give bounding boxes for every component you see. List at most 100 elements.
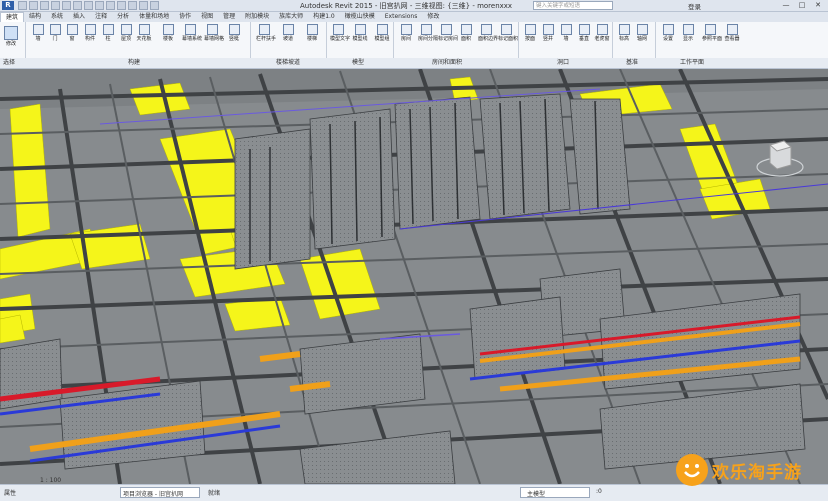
section-icon[interactable] [106,1,115,10]
tab-7[interactable]: 协作 [174,12,196,22]
minimize-button[interactable]: — [778,0,794,10]
panel-datum: 基准 [626,59,639,66]
sign-in-button[interactable]: 登录 [688,1,701,11]
ribbon-button-9[interactable]: 幕墙网格 [204,24,224,42]
ribbon-button-17[interactable]: 房间 [398,24,414,42]
ribbon-tool-icon [376,24,388,35]
view-scale[interactable]: 1 : 100 [40,477,61,484]
watermark: 欢乐淘手游 [676,454,802,486]
ribbon-button-14[interactable]: 模型文字 [330,24,350,42]
ribbon-button-28[interactable]: 标高 [616,24,632,42]
ribbon-button-24[interactable]: 竖井 [540,24,556,42]
print-icon[interactable] [62,1,71,10]
tab-5[interactable]: 分析 [112,12,134,22]
properties-tab[interactable]: 属性 [4,488,16,497]
ribbon-button-4[interactable]: 柱 [100,24,116,42]
revit-logo[interactable]: R [2,1,14,10]
ribbon-tool-icon [596,24,608,35]
search-input[interactable]: 键入关键字或短语 [533,1,613,10]
ribbon-button-33[interactable]: 查看器 [724,24,740,42]
ribbon-button-label: 幕墙系统 [182,36,203,42]
ribbon-button-6[interactable]: 天花板 [136,24,152,42]
viewcube-icon[interactable] [755,133,805,183]
tab-10[interactable]: 附加模块 [240,12,274,22]
ribbon-button-5[interactable]: 屋顶 [118,24,134,42]
default-3d-view-icon[interactable] [95,1,104,10]
watermark-logo-icon [676,454,708,486]
maximize-button[interactable]: □ [794,0,810,10]
ribbon-button-3[interactable]: 构件 [82,24,98,42]
ribbon-button-22[interactable]: 标记面积 [498,24,518,42]
ribbon-tool-icon [400,24,412,35]
tab-8[interactable]: 视图 [196,12,218,22]
tab-2[interactable]: 系统 [46,12,68,22]
ribbon-button-29[interactable]: 轴网 [634,24,650,42]
tab-0[interactable]: 建筑 [0,12,25,22]
open-icon[interactable] [18,1,27,10]
tab-15[interactable]: 修改 [422,12,444,22]
ribbon-button-10[interactable]: 竖梃 [226,24,242,42]
ribbon-button-label: 房间分隔 [418,36,439,42]
ribbon-button-label: 面积 [460,36,471,42]
ribbon-button-13[interactable]: 楼梯 [304,24,320,42]
ribbon-button-27[interactable]: 老虎窗 [594,24,610,42]
redo-icon[interactable] [51,1,60,10]
ribbon-button-20[interactable]: 面积 [458,24,474,42]
ribbon-button-21[interactable]: 面积边界 [478,24,498,42]
title-bar: R Autodesk Revit 2015 - 旧宫扒网 - 三维视图: {三维… [0,0,828,12]
close-hidden-windows-icon[interactable] [139,1,148,10]
switch-windows-icon[interactable] [150,1,159,10]
tab-6[interactable]: 体量和场地 [134,12,174,22]
ribbon-button-31[interactable]: 显示 [680,24,696,42]
panel-select[interactable]: 选择 [3,58,15,67]
ribbon-button-2[interactable]: 窗 [64,24,80,42]
3d-model-render[interactable] [0,69,828,484]
ribbon-button-18[interactable]: 房间分隔 [418,24,439,42]
ribbon-button-1[interactable]: 门 [47,24,63,42]
ribbon-button-8[interactable]: 幕墙系统 [182,24,203,42]
tab-14[interactable]: Extensions [380,12,423,22]
ribbon-button-label: 垂直 [578,36,589,42]
ribbon-button-25[interactable]: 墙 [558,24,574,42]
ribbon-button-label: 天花板 [136,36,152,42]
thin-lines-icon[interactable] [128,1,137,10]
tab-13[interactable]: 橄榄山快模 [340,12,380,22]
ribbon-button-label: 设置 [662,36,673,42]
model-selector[interactable]: 主模型 [520,487,590,498]
undo-icon[interactable] [40,1,49,10]
modify-label: 修改 [5,41,16,47]
ribbon-button-19[interactable]: 标记房间 [438,24,458,42]
ribbon-button-23[interactable]: 按面 [522,24,538,42]
ribbon-button-11[interactable]: 栏杆扶手 [256,24,276,42]
ribbon-button-0[interactable]: 墙 [30,24,46,42]
tab-11[interactable]: 族库大师 [274,12,308,22]
save-icon[interactable] [29,1,38,10]
project-browser-tab[interactable]: 项目浏览器 - 旧宫扒网 [120,487,200,498]
modify-button[interactable]: 修改 [3,26,19,47]
measure-icon[interactable] [73,1,82,10]
tab-3[interactable]: 插入 [68,12,90,22]
text-icon[interactable] [117,1,126,10]
panel-model: 模型 [352,59,365,66]
ribbon-button-30[interactable]: 设置 [660,24,676,42]
ribbon-tool-icon [682,24,694,35]
close-button[interactable]: ✕ [810,0,826,10]
ribbon-button-16[interactable]: 模型组 [374,24,390,42]
tab-1[interactable]: 结构 [24,12,46,22]
ribbon-button-7[interactable]: 楼板 [160,24,176,42]
tab-4[interactable]: 注释 [90,12,112,22]
annotate-icon[interactable] [84,1,93,10]
ribbon: 修改 墙门窗构件柱屋顶 天花板 楼板 幕墙系统 幕墙网格 竖梃 栏杆扶手 坡道 楼梯 模型文字 模型… [0,22,828,59]
ribbon-button-label: 模型组 [374,36,390,42]
ribbon-button-32[interactable]: 参照平面 [702,24,722,42]
ribbon-tool-icon [332,24,344,35]
ribbon-panel-labels: 选择 构建 楼梯坡道 模型 房间和面积 洞口 基准 工作平面 [0,58,828,69]
tab-9[interactable]: 管理 [218,12,240,22]
panel-room-area[interactable]: 房间和面积 [432,58,462,67]
3d-viewport[interactable] [0,69,828,484]
ribbon-button-26[interactable]: 垂直 [576,24,592,42]
ribbon-button-12[interactable]: 坡道 [280,24,296,42]
ribbon-button-15[interactable]: 模型线 [352,24,368,42]
tab-12[interactable]: 构建1.0 [308,12,340,22]
ribbon-tabs: 建筑 结构 系统 插入 注释 分析 体量和场地 协作 视图 管理 附加模块 族库大师 构建1.0 橄榄山快… [0,12,828,22]
